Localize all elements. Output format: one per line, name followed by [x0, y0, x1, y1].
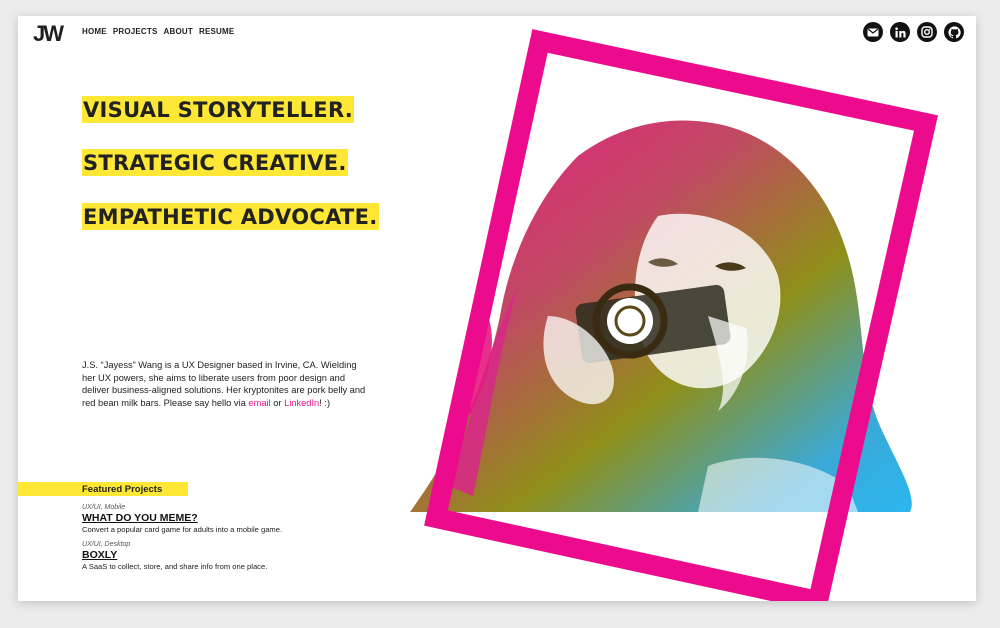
hero-line-3: EMPATHETIC ADVOCATE.	[82, 203, 379, 230]
project-item: UX/UI, Mobile WHAT DO YOU MEME? Convert …	[82, 503, 282, 535]
photo-frame	[424, 29, 938, 601]
logo[interactable]: JW	[33, 21, 64, 47]
featured-heading: Featured Projects	[82, 484, 163, 495]
hero-line-1: VISUAL STORYTELLER.	[82, 96, 355, 123]
project-description: Convert a popular card game for adults i…	[82, 525, 283, 534]
browser-window: JW HOME PROJECTS ABOUT RESUME VISUAL STO…	[18, 16, 976, 601]
email-link[interactable]: email	[248, 398, 270, 408]
project-category: UX/UI, Desktop	[82, 541, 131, 548]
portrait-silhouette	[410, 120, 912, 512]
project-category: UX/UI, Mobile	[82, 504, 126, 511]
main-nav: HOME PROJECTS ABOUT RESUME	[82, 27, 234, 36]
bio-ending: ! :)	[319, 397, 331, 408]
project-title-link[interactable]: WHAT DO YOU MEME?	[82, 512, 282, 524]
project-title-link[interactable]: BOXLY	[82, 549, 267, 561]
nav-projects[interactable]: PROJECTS	[113, 27, 158, 36]
project-description: A SaaS to collect, store, and share info…	[82, 562, 268, 571]
bio-paragraph: J.S. “Jayess” Wang is a UX Designer base…	[82, 359, 367, 409]
social-links	[863, 22, 964, 42]
email-icon[interactable]	[863, 22, 883, 42]
nav-home[interactable]: HOME	[82, 27, 107, 36]
hero-line-2: STRATEGIC CREATIVE.	[82, 149, 348, 176]
linkedin-icon[interactable]	[890, 22, 910, 42]
nav-about[interactable]: ABOUT	[164, 27, 193, 36]
project-item: UX/UI, Desktop BOXLY A SaaS to collect, …	[82, 540, 267, 572]
nav-resume[interactable]: RESUME	[199, 27, 234, 36]
github-icon[interactable]	[944, 22, 964, 42]
linkedin-link[interactable]: LinkedIn	[284, 398, 319, 408]
instagram-icon[interactable]	[917, 22, 937, 42]
bio-joiner: or	[270, 397, 285, 408]
